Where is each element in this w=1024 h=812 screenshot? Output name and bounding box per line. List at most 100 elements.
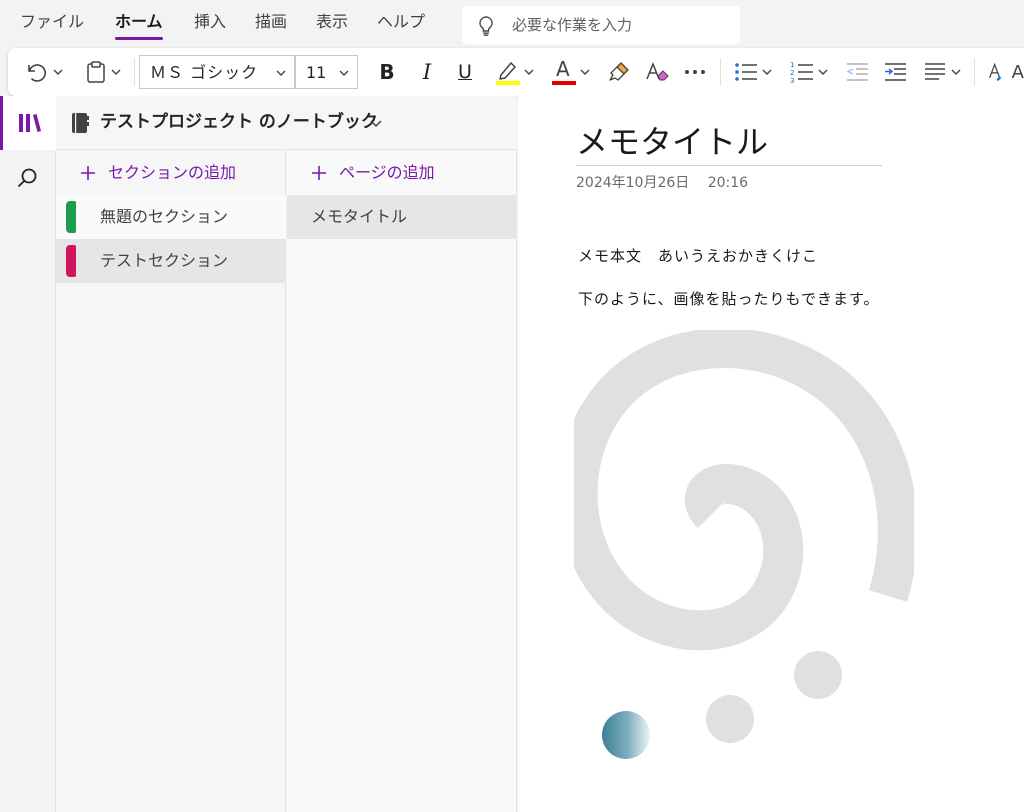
paste-button[interactable] — [78, 48, 128, 96]
dot-medium — [706, 695, 754, 743]
numbered-list-button[interactable]: 1 2 3 — [784, 48, 834, 96]
bullet-list-button[interactable] — [728, 48, 778, 96]
page-item[interactable]: メモタイトル — [287, 195, 517, 239]
notebooks-button[interactable] — [0, 96, 56, 150]
menu-view[interactable]: 表示 — [316, 10, 348, 34]
italic-label: I — [422, 60, 432, 84]
ribbon-divider — [720, 58, 721, 86]
section-item-untitled[interactable]: 無題のセクション — [56, 195, 286, 239]
page-title[interactable]: メモタイトル — [576, 122, 768, 162]
add-page-label: ページの追加 — [339, 163, 435, 182]
notebook-icon — [72, 113, 89, 133]
format-painter-button[interactable] — [602, 48, 636, 96]
font-color-label: A — [556, 57, 570, 81]
chevron-down-icon — [580, 69, 590, 75]
bullet-list-icon — [735, 63, 757, 81]
clipboard-icon — [87, 61, 105, 83]
highlighter-icon — [496, 62, 520, 85]
menu-bar: ファイル ホーム 挿入 描画 表示 ヘルプ 必要な作業を入力 — [0, 0, 1024, 46]
clear-formatting-button[interactable] — [640, 48, 674, 96]
decrease-indent-icon — [846, 63, 868, 81]
svg-text:2: 2 — [790, 69, 794, 77]
italic-button[interactable]: I — [410, 48, 444, 96]
spiral-graphic — [574, 330, 914, 651]
lightbulb-icon — [479, 16, 493, 36]
chevron-down-icon — [276, 70, 286, 76]
undo-button[interactable] — [20, 48, 68, 96]
search-icon[interactable] — [16, 166, 40, 190]
menu-home[interactable]: ホーム — [115, 10, 163, 40]
chevron-down-icon — [111, 69, 121, 75]
add-page-button[interactable]: ページの追加 — [287, 151, 516, 195]
chevron-down-icon — [339, 70, 349, 76]
menu-draw[interactable]: 描画 — [255, 10, 287, 34]
styles-button[interactable]: A — [982, 48, 1024, 96]
paintbrush-icon — [609, 62, 629, 81]
plus-icon — [312, 166, 326, 180]
add-section-label: セクションの追加 — [108, 163, 237, 182]
more-options-button[interactable] — [678, 48, 712, 96]
section-label: 無題のセクション — [100, 207, 229, 226]
tell-me-search[interactable]: 必要な作業を入力 — [462, 6, 740, 44]
chevron-down-icon — [762, 69, 772, 75]
underline-label: U — [458, 61, 472, 83]
chevron-down-icon — [53, 69, 63, 75]
pasted-image[interactable] — [574, 330, 914, 780]
svg-text:1: 1 — [790, 61, 794, 69]
time-text: 20:16 — [707, 175, 749, 191]
font-size-select[interactable]: 11 — [295, 55, 358, 89]
ribbon-divider — [134, 58, 135, 86]
chevron-down-icon — [370, 120, 382, 128]
font-name-select[interactable]: ＭＳ ゴシック — [139, 55, 295, 89]
section-color-tab — [66, 245, 76, 277]
font-color-button[interactable]: A — [544, 48, 596, 96]
title-underline — [576, 165, 882, 166]
styles-label: A — [1011, 61, 1024, 83]
font-color-icon: A — [550, 58, 576, 86]
increase-indent-button[interactable] — [878, 48, 912, 96]
chevron-down-icon — [818, 69, 828, 75]
page-label: メモタイトル — [311, 207, 408, 226]
chevron-down-icon — [951, 69, 961, 75]
section-color-tab — [66, 201, 76, 233]
highlight-button[interactable] — [488, 48, 540, 96]
note-line[interactable]: 下のように、画像を貼ったりもできます。 — [578, 289, 879, 309]
undo-icon — [28, 64, 47, 82]
font-size-value: 11 — [306, 63, 327, 82]
add-section-button[interactable]: セクションの追加 — [56, 151, 285, 195]
align-button[interactable] — [916, 48, 968, 96]
bold-button[interactable]: B — [370, 48, 404, 96]
tell-me-placeholder: 必要な作業を入力 — [512, 16, 633, 34]
plus-icon — [81, 166, 95, 180]
note-line[interactable]: メモ本文 あいうえおかきくけこ — [578, 246, 818, 266]
dot-large — [794, 651, 842, 699]
align-left-icon — [925, 63, 945, 80]
chevron-down-icon — [524, 69, 534, 75]
clear-format-icon — [646, 61, 669, 81]
svg-text:3: 3 — [790, 77, 794, 84]
library-icon — [18, 114, 41, 132]
section-item-test[interactable]: テストセクション — [56, 239, 286, 283]
underline-button[interactable]: U — [448, 48, 482, 96]
more-icon — [685, 70, 705, 74]
font-name-value: ＭＳ ゴシック — [150, 63, 259, 82]
date-text: 2024年10月26日 — [576, 175, 690, 191]
ribbon-divider — [974, 58, 975, 86]
pages-pane: ページの追加 メモタイトル — [287, 151, 517, 812]
notebook-name: テストプロジェクト のノートブック — [100, 112, 378, 132]
dot-blue — [602, 711, 650, 759]
section-label: テストセクション — [100, 251, 229, 270]
numbered-list-icon: 1 2 3 — [790, 61, 813, 84]
increase-indent-icon — [885, 63, 906, 81]
menu-help[interactable]: ヘルプ — [377, 10, 425, 34]
decrease-indent-button[interactable] — [840, 48, 874, 96]
notebook-header[interactable]: テストプロジェクト のノートブック — [56, 96, 517, 150]
bold-label: B — [379, 60, 395, 84]
sections-pane: セクションの追加 無題のセクション テストセクション — [56, 151, 286, 812]
ribbon-toolbar: ＭＳ ゴシック 11 B I U A 1 2 3 A — [8, 48, 1024, 96]
styles-icon — [989, 62, 1002, 82]
menu-file[interactable]: ファイル — [20, 10, 84, 34]
note-canvas[interactable]: メモタイトル 2024年10月26日 20:16 メモ本文 あいうえおかきくけこ… — [518, 96, 1024, 812]
page-date: 2024年10月26日 20:16 — [576, 174, 748, 192]
menu-insert[interactable]: 挿入 — [194, 10, 226, 34]
